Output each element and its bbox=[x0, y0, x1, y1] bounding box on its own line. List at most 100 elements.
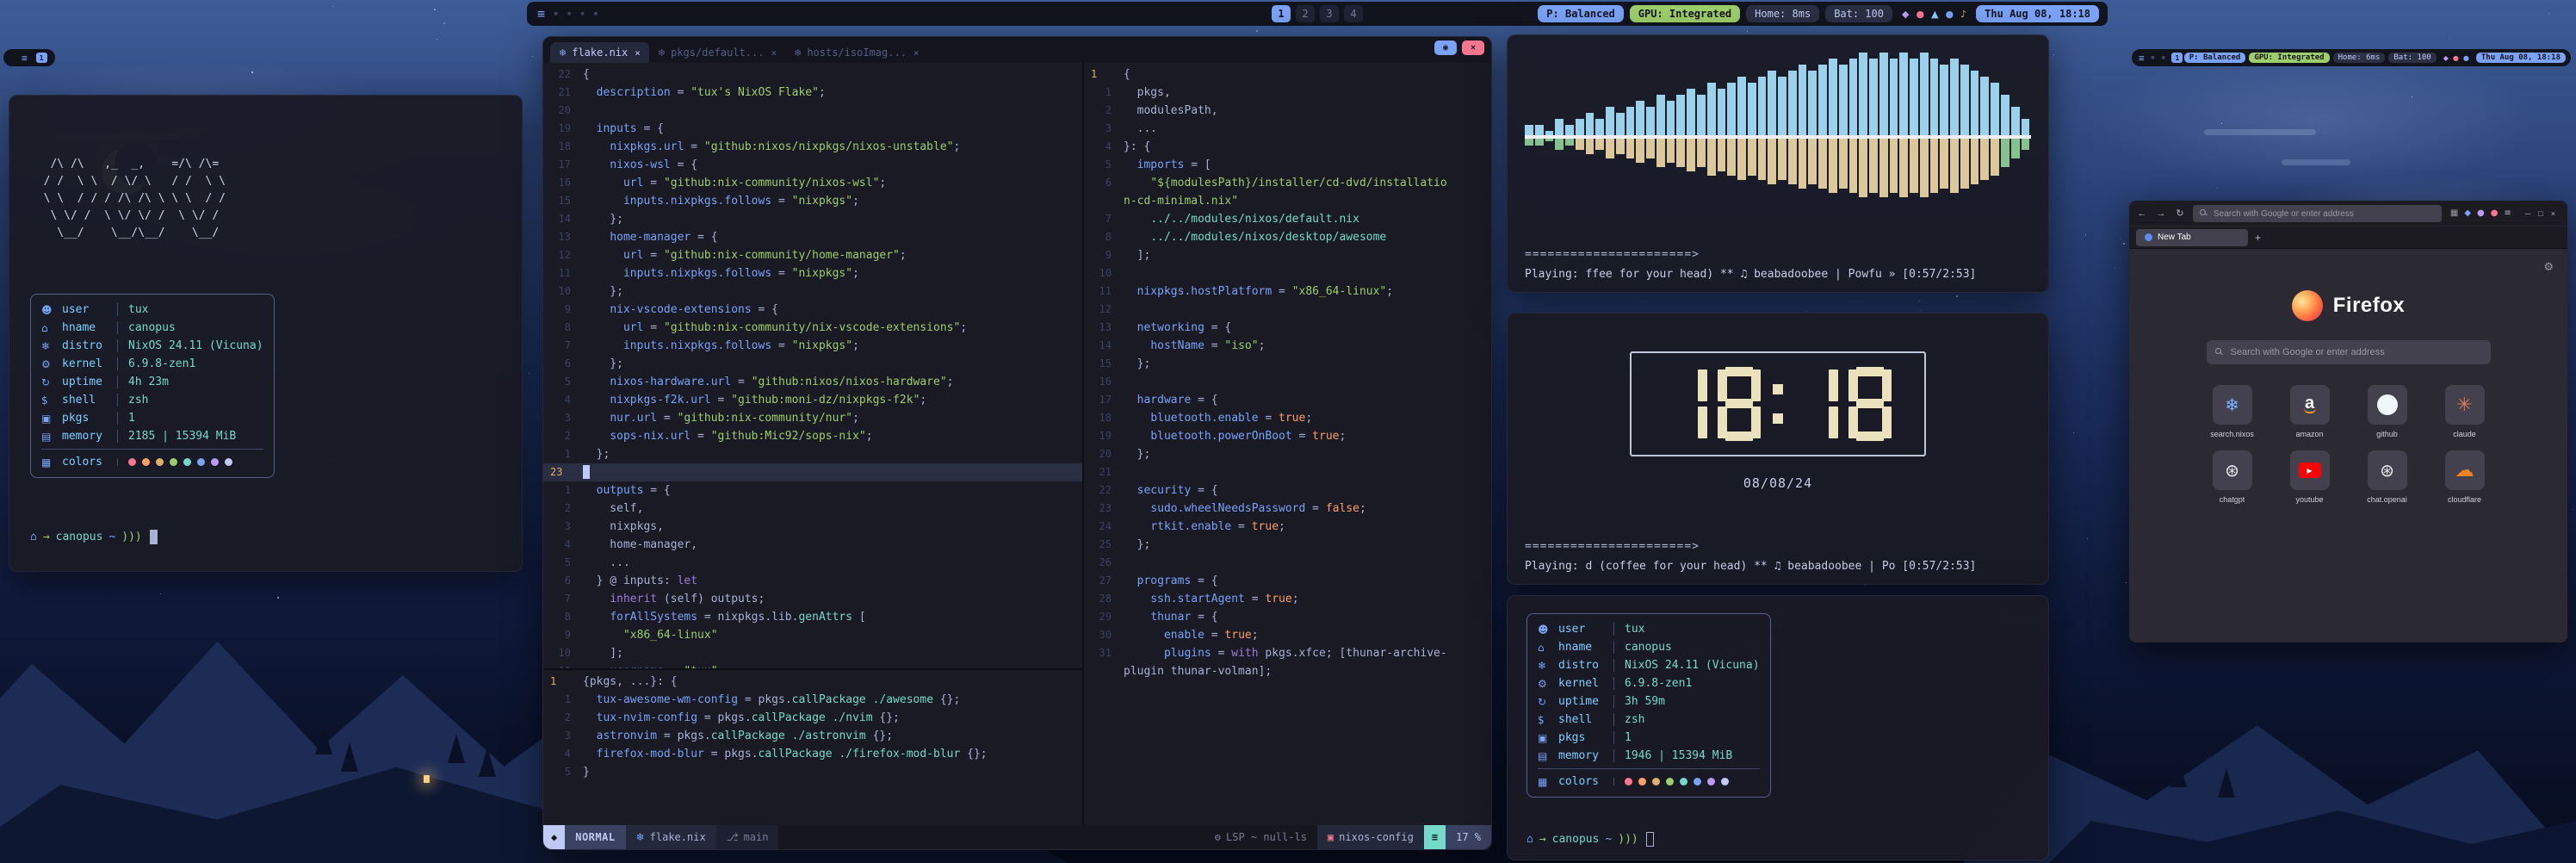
search-icon bbox=[2200, 209, 2206, 215]
ascii-art-line: /\ /\ ,_ _, =/\ /\= bbox=[30, 156, 501, 173]
menu-icon[interactable]: ≡ bbox=[537, 6, 545, 22]
shortcut-cloudflare[interactable]: ☁cloudflare bbox=[2431, 450, 2499, 504]
network-widget[interactable]: Home: 6ms bbox=[2333, 53, 2386, 63]
code-line: 19 inputs = { bbox=[543, 120, 1082, 138]
newtab-search-bar[interactable] bbox=[2207, 340, 2491, 364]
window-close-button[interactable]: × bbox=[1462, 40, 1484, 55]
uptime-icon: ↻ bbox=[41, 376, 62, 388]
line-number: 28 bbox=[1084, 590, 1124, 608]
tag-1[interactable]: 1 bbox=[36, 53, 47, 63]
editor-tab[interactable]: ❄pkgs/default...× bbox=[649, 42, 785, 63]
fetch-row: ▣pkgs1 bbox=[1527, 729, 1770, 747]
toolbar-icon[interactable]: ≡ bbox=[2505, 208, 2511, 218]
tag-4[interactable]: 4 bbox=[1344, 5, 1363, 22]
gpu-widget[interactable]: GPU: Integrated bbox=[1630, 5, 1740, 22]
toolbar-icon[interactable]: ● bbox=[2477, 208, 2485, 218]
status-icon[interactable]: ● bbox=[1946, 9, 1954, 20]
line-number: 2 bbox=[543, 500, 583, 518]
shortcut-youtube[interactable]: ▶youtube bbox=[2276, 450, 2344, 504]
clock-widget[interactable]: Thu Aug 08, 18:18 bbox=[1976, 5, 2099, 22]
star bbox=[2053, 54, 2054, 55]
now-playing-text: Playing: ffee for your head) ** ♫ beabad… bbox=[1525, 268, 1976, 281]
status-icon[interactable]: ● bbox=[2453, 54, 2459, 62]
tray-icon[interactable]: ▪ bbox=[2151, 53, 2155, 62]
status-icon[interactable]: ● bbox=[1916, 9, 1924, 20]
clock-window[interactable]: 08/08/24 ======================> Playing… bbox=[1507, 313, 2049, 585]
close-button[interactable]: × bbox=[2551, 209, 2555, 218]
tray-icon[interactable]: ▪ bbox=[2161, 53, 2165, 62]
pane-pkgs-default-nix[interactable]: 1{pkgs, ...}: {1 tux-awesome-wm-config =… bbox=[543, 668, 1082, 825]
toolbar-icon[interactable]: ▦ bbox=[2450, 208, 2458, 218]
tray-icon[interactable]: ▪ bbox=[567, 9, 571, 18]
pane-flake-nix[interactable]: 22{21 description = "tux's NixOS Flake";… bbox=[543, 63, 1082, 668]
shortcut-amazon[interactable]: aamazon bbox=[2276, 385, 2344, 438]
layout-toggle-button[interactable]: ◉ bbox=[1434, 40, 1457, 55]
power-profile-widget[interactable]: P: Balanced bbox=[1538, 5, 1623, 22]
nix-file-icon: ❄ bbox=[794, 47, 802, 59]
fetch-label: memory bbox=[62, 430, 117, 443]
code-line: 4}: { bbox=[1084, 138, 1491, 156]
tag-1[interactable]: 1 bbox=[1272, 5, 1291, 22]
editor-window[interactable]: ❄flake.nix×❄pkgs/default...×❄hosts/isoIm… bbox=[542, 36, 1492, 850]
newtab-search-input[interactable] bbox=[2207, 340, 2491, 364]
shortcut-chatgpt[interactable]: ⊛chatgpt bbox=[2199, 450, 2266, 504]
menu-icon[interactable]: ≡ bbox=[22, 53, 28, 64]
terminal-window[interactable]: /\ /\ ,_ _, =/\ /\= / / \ \ / \/ \ / / \… bbox=[9, 95, 523, 572]
status-icon[interactable]: ♪ bbox=[1960, 9, 1966, 20]
shortcut-github[interactable]: github bbox=[2354, 385, 2421, 438]
url-input[interactable] bbox=[2193, 205, 2442, 222]
gear-icon[interactable]: ⚙ bbox=[2543, 261, 2554, 274]
tag-1[interactable]: 1 bbox=[2171, 53, 2183, 63]
tag-2[interactable]: 2 bbox=[1296, 5, 1315, 22]
back-button[interactable]: ← bbox=[2136, 208, 2148, 219]
status-icon[interactable]: ◆ bbox=[1902, 9, 1909, 20]
firefox-window[interactable]: ← → ↻ ▦ ◆ ● ● ≡ ─ □ × New Tab + ⚙ bbox=[2129, 201, 2567, 643]
status-icon[interactable]: ▲ bbox=[1931, 9, 1938, 20]
tray-icon[interactable]: ▪ bbox=[593, 9, 598, 18]
minimize-button[interactable]: ─ bbox=[2525, 209, 2530, 218]
tab-close-icon[interactable]: × bbox=[913, 47, 920, 59]
editor-tab[interactable]: ❄hosts/isoImag...× bbox=[785, 42, 927, 63]
kernel-icon: ⚙ bbox=[41, 358, 62, 370]
shortcut-search.nixos[interactable]: ❄search.nixos bbox=[2199, 385, 2266, 438]
editor-tab[interactable]: ❄flake.nix× bbox=[550, 42, 649, 63]
status-icon[interactable]: ◆ bbox=[2443, 54, 2449, 62]
line-number: 7 bbox=[543, 590, 583, 608]
gpu-widget[interactable]: GPU: Integrated bbox=[2249, 53, 2329, 63]
clock-widget[interactable]: Thu Aug 08, 18:18 bbox=[2476, 53, 2566, 63]
toolbar-icon[interactable]: ● bbox=[2491, 208, 2499, 218]
battery-widget[interactable]: Bat: 100 bbox=[2388, 53, 2436, 63]
fetch-window[interactable]: ☻usertux⌂hnamecanopus❄distroNixOS 24.11 … bbox=[1507, 595, 2049, 860]
new-tab-button[interactable]: + bbox=[2255, 232, 2261, 244]
status-icon[interactable]: ● bbox=[2463, 54, 2469, 62]
desktop: ≡▪▪▪▪1234P: BalancedGPU: IntegratedHome:… bbox=[0, 0, 2576, 863]
forward-button[interactable]: → bbox=[2155, 208, 2167, 219]
tray-icon[interactable]: ▪ bbox=[554, 9, 558, 18]
tag-3[interactable]: 3 bbox=[1320, 5, 1339, 22]
toolbar-icon[interactable]: ◆ bbox=[2464, 208, 2471, 218]
fetch-label: memory bbox=[1558, 749, 1613, 762]
url-bar[interactable] bbox=[2193, 205, 2442, 222]
editor-statusline: ◆ NORMAL ❄ flake.nix ⎇ main ⚙ LSP ~ null… bbox=[543, 825, 1491, 849]
refresh-button[interactable]: ↻ bbox=[2174, 208, 2186, 219]
fetch-value: 3h 59m bbox=[1613, 695, 1743, 708]
shortcut-claude[interactable]: ✳claude bbox=[2431, 385, 2499, 438]
tray-icon[interactable]: ▪ bbox=[580, 9, 585, 18]
visualizer-window[interactable]: ======================> Playing: ffee fo… bbox=[1507, 34, 2049, 293]
shortcut-chat.openai[interactable]: ⊛chat.openai bbox=[2354, 450, 2421, 504]
browser-tab[interactable]: New Tab bbox=[2136, 229, 2248, 246]
maximize-button[interactable]: □ bbox=[2538, 209, 2542, 218]
power-profile-widget[interactable]: P: Balanced bbox=[2184, 53, 2246, 63]
battery-widget[interactable]: Bat: 100 bbox=[1825, 5, 1892, 22]
firefox-logo bbox=[2292, 290, 2323, 321]
code-line: 5 imports = [ bbox=[1084, 156, 1491, 174]
menu-icon[interactable]: ≡ bbox=[2139, 53, 2145, 64]
network-widget[interactable]: Home: 8ms bbox=[1746, 5, 1819, 22]
pane-iso-image-nix[interactable]: 1{1 pkgs,2 modulesPath,3 ...4}: {5 impor… bbox=[1084, 63, 1491, 825]
line-number: 19 bbox=[543, 120, 583, 138]
tab-close-icon[interactable]: × bbox=[771, 47, 777, 59]
divider-line: ======================> bbox=[1525, 248, 1700, 261]
cloud bbox=[2092, 52, 2540, 189]
fetch-label: distro bbox=[1558, 659, 1613, 672]
tab-close-icon[interactable]: × bbox=[635, 47, 641, 59]
